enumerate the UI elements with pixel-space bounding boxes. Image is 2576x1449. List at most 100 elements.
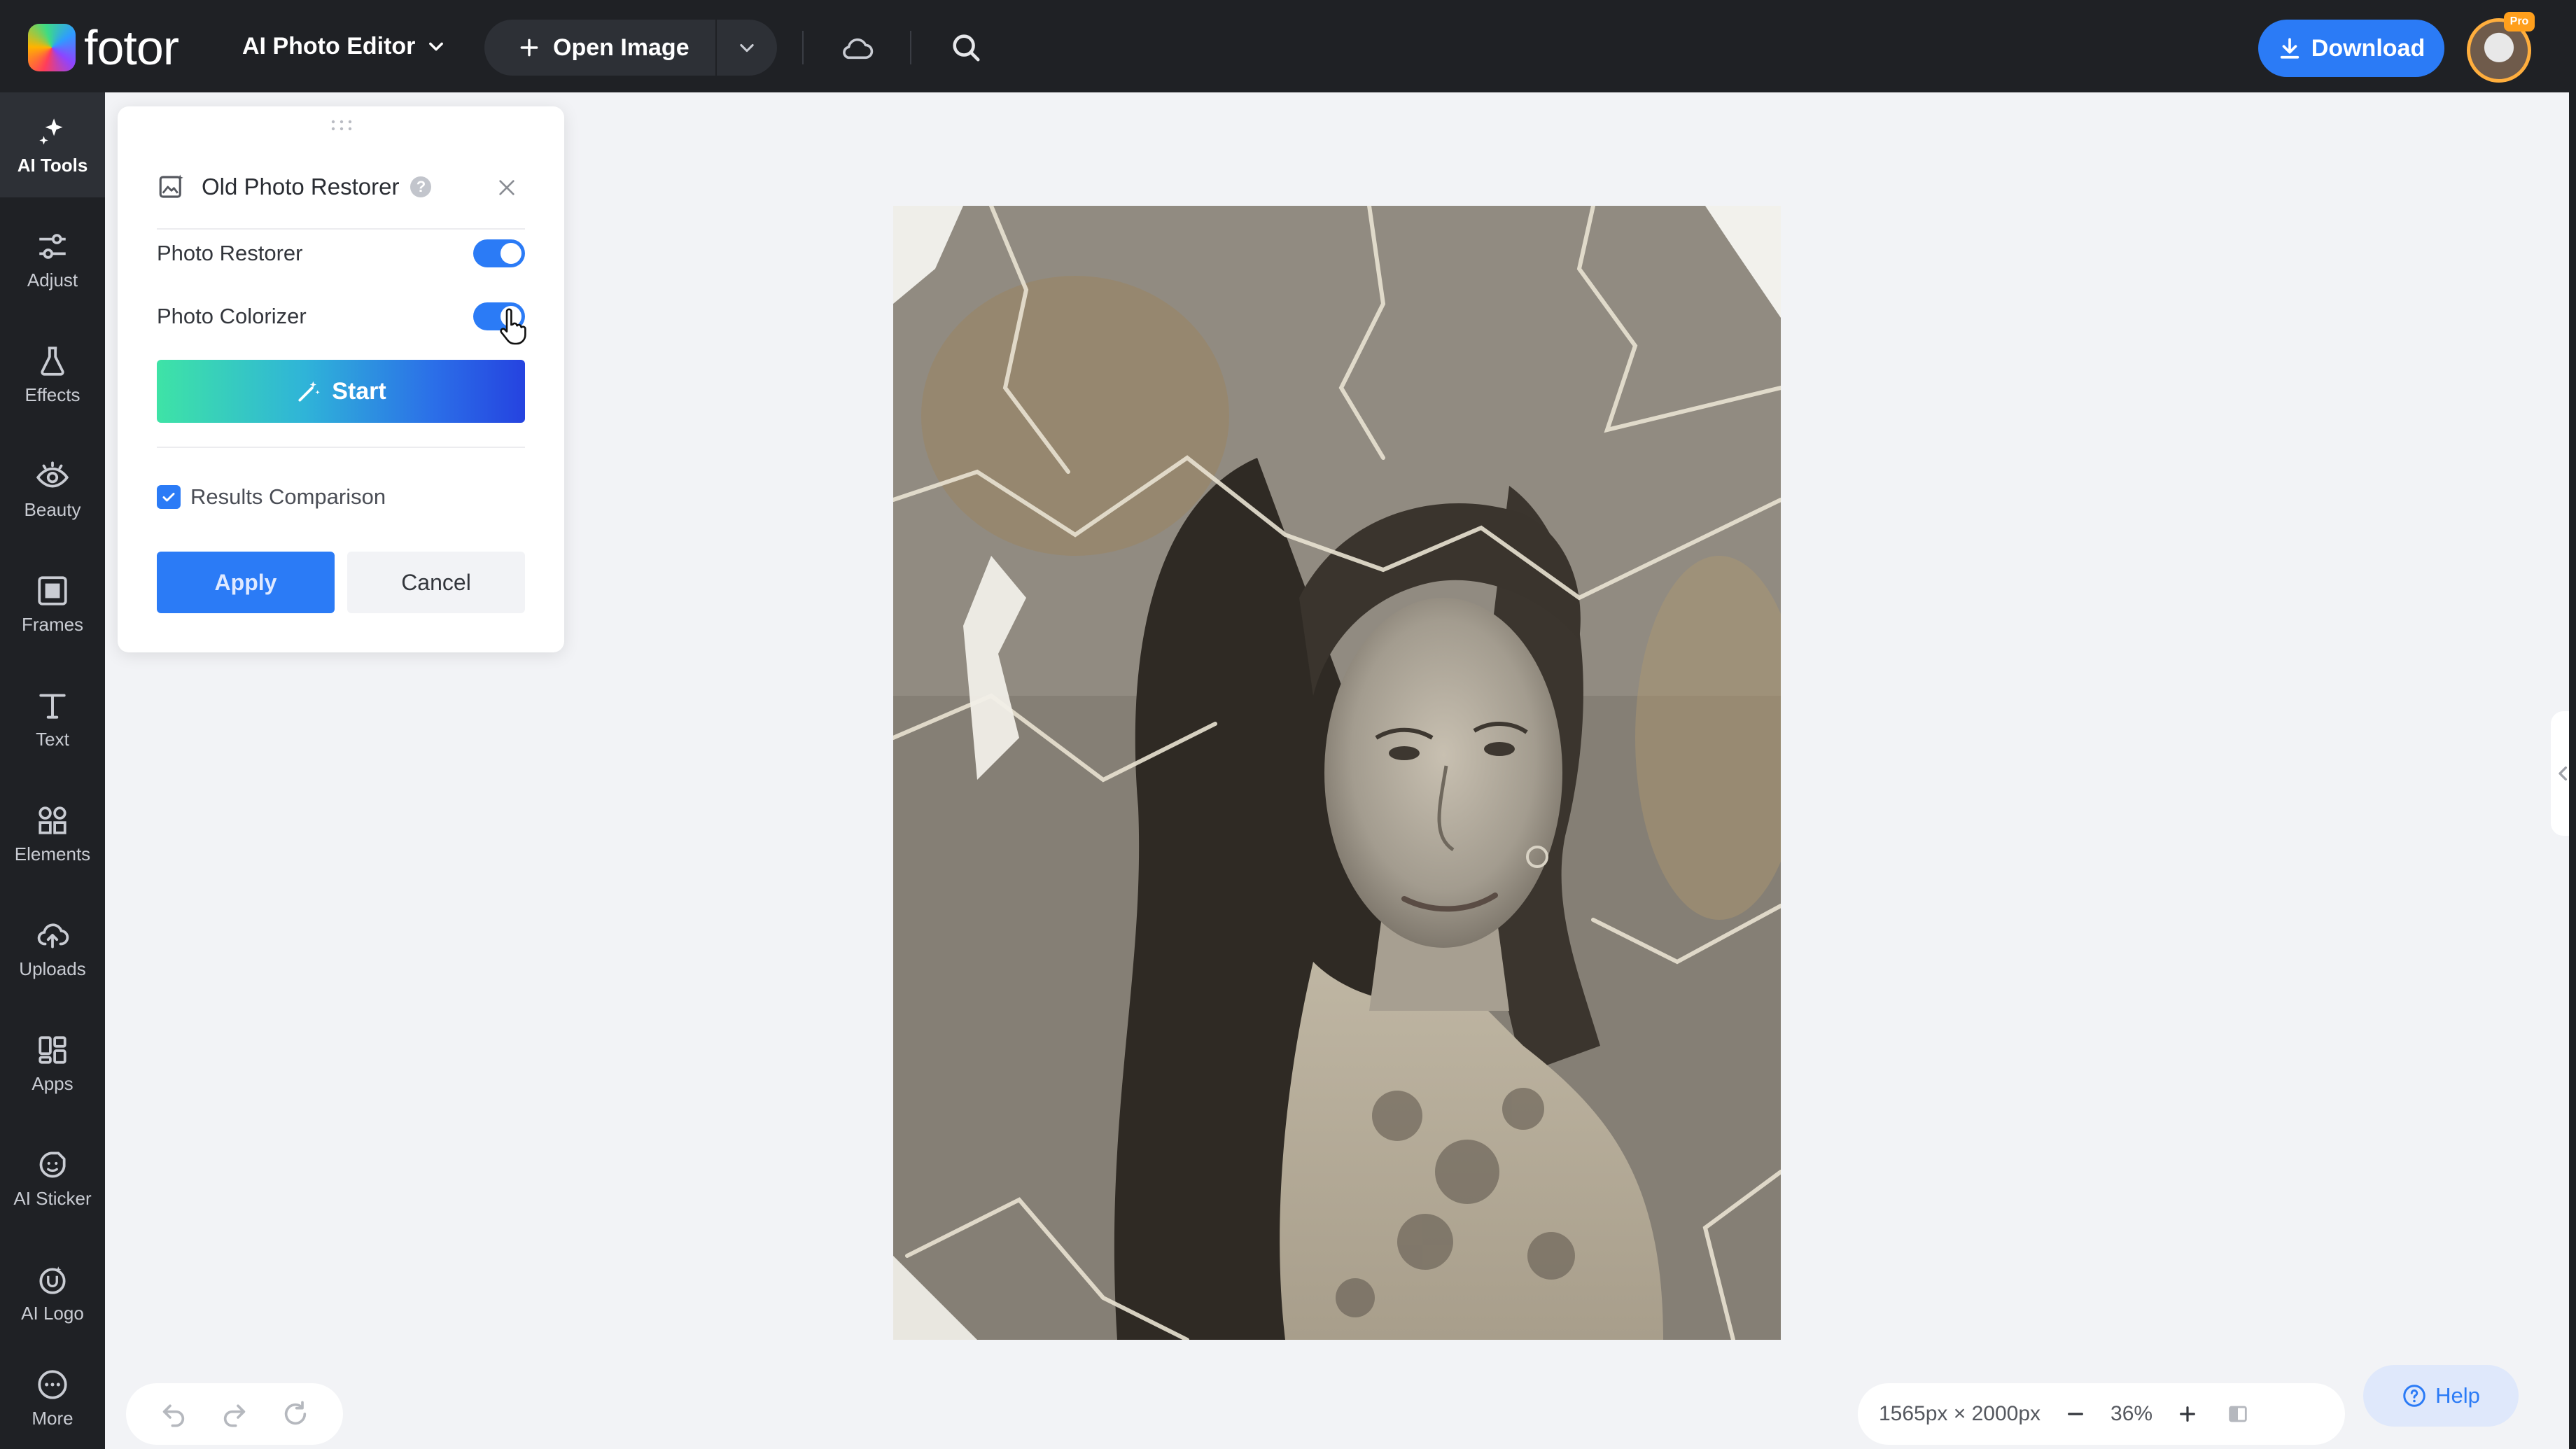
ai-photo-editor-menu[interactable]: AI Photo Editor — [242, 27, 446, 66]
close-panel-button[interactable] — [491, 172, 522, 203]
reset-icon — [285, 1401, 307, 1425]
rail-label: Apps — [31, 1072, 74, 1094]
open-image-dropdown[interactable] — [717, 20, 777, 76]
cloud-upload-icon — [37, 923, 69, 948]
download-button[interactable]: Download — [2258, 20, 2444, 77]
chevron-down-icon — [740, 43, 754, 52]
rail-item-ai-logo[interactable]: AI Logo — [0, 1240, 105, 1345]
rail-label: AI Logo — [21, 1302, 84, 1324]
rail-item-elements[interactable]: Elements — [0, 781, 105, 886]
rail-item-frames[interactable]: Frames — [0, 552, 105, 657]
rail-label: Adjust — [27, 269, 78, 290]
grid-icon — [38, 1035, 66, 1064]
rail-item-ai-tools[interactable]: AI Tools — [0, 92, 105, 197]
rail-label: More — [31, 1407, 74, 1429]
rail-label: Beauty — [24, 498, 81, 520]
flask-icon — [41, 346, 64, 376]
help-button[interactable]: Help — [2363, 1365, 2519, 1427]
logo-icon — [39, 1266, 66, 1294]
compare-view-button[interactable] — [2222, 1399, 2253, 1429]
sliders-icon — [39, 233, 66, 259]
apply-button[interactable]: Apply — [157, 552, 335, 613]
panel-divider — [157, 447, 525, 448]
rail-item-adjust[interactable]: Adjust — [0, 207, 105, 312]
rail-label: Uploads — [19, 958, 86, 979]
fotor-logo-mark-icon — [28, 24, 76, 71]
close-icon — [499, 180, 514, 195]
user-avatar[interactable]: Pro — [2467, 12, 2535, 83]
rail-item-uploads[interactable]: Uploads — [0, 896, 105, 1001]
rail-label: AI Sticker — [13, 1187, 92, 1209]
start-button[interactable]: Start — [157, 360, 525, 423]
option-photo-colorizer: Photo Colorizer — [157, 295, 525, 337]
cancel-button[interactable]: Cancel — [347, 552, 525, 613]
panel-header: Old Photo Restorer ? — [157, 146, 525, 230]
chevron-down-icon — [429, 42, 444, 51]
old-portrait-photo-illustration — [893, 206, 1781, 1340]
drag-handle-icon[interactable] — [329, 119, 354, 132]
window-edge — [2569, 92, 2576, 1449]
help-label: Help — [2435, 1383, 2480, 1408]
photo-restorer-toggle[interactable] — [473, 239, 525, 267]
hand-cursor-icon — [500, 308, 526, 345]
rail-label: Effects — [24, 384, 80, 405]
open-image-group: Open Image — [484, 20, 777, 76]
left-tool-rail: AI Tools Adjust Effects Beauty Frames Te… — [0, 92, 105, 1449]
toolbar-divider — [910, 31, 911, 64]
panel-title: Old Photo Restorer — [202, 174, 400, 200]
old-photo-restorer-panel: Old Photo Restorer ? Photo Restorer Phot… — [118, 106, 564, 652]
rail-item-text[interactable]: Text — [0, 666, 105, 771]
rail-label: Elements — [14, 843, 91, 864]
rail-item-ai-sticker[interactable]: AI Sticker — [0, 1126, 105, 1231]
option-label: Photo Restorer — [157, 241, 303, 265]
top-bar: fotor AI Photo Editor Open Image Downloa… — [0, 0, 2576, 92]
zoom-out-button[interactable] — [2060, 1399, 2091, 1429]
results-comparison-row[interactable]: Results Comparison — [157, 484, 386, 510]
history-toolbar — [126, 1383, 343, 1445]
search-icon — [953, 34, 980, 62]
download-label: Download — [2311, 34, 2426, 62]
rail-label: Frames — [21, 613, 84, 635]
rail-item-effects[interactable]: Effects — [0, 322, 105, 427]
text-icon — [39, 693, 66, 719]
image-dimensions: 1565px × 2000px — [1879, 1402, 2041, 1425]
redo-button[interactable] — [218, 1397, 251, 1431]
zoom-in-button[interactable] — [2172, 1399, 2203, 1429]
rail-item-apps[interactable]: Apps — [0, 1011, 105, 1116]
results-comparison-label: Results Comparison — [190, 484, 386, 509]
canvas-image[interactable] — [893, 206, 1781, 1340]
rail-item-more[interactable]: More — [0, 1345, 105, 1449]
image-restore-icon — [159, 174, 183, 198]
results-comparison-checkbox[interactable] — [157, 485, 181, 509]
toggle-knob — [500, 243, 522, 264]
rail-label: Text — [36, 728, 69, 750]
open-image-button[interactable]: Open Image — [484, 20, 715, 76]
sticker-icon — [39, 1151, 66, 1177]
minus-icon — [2068, 1413, 2083, 1415]
zoom-level[interactable]: 36% — [2110, 1402, 2152, 1426]
search-button[interactable] — [946, 28, 986, 67]
fotor-editor-window: fotor AI Photo Editor Open Image Downloa… — [0, 0, 2576, 1449]
download-icon — [2280, 38, 2299, 59]
check-icon — [162, 493, 175, 502]
reset-button[interactable] — [279, 1397, 312, 1431]
eye-icon — [36, 461, 69, 487]
option-photo-restorer: Photo Restorer — [157, 232, 525, 274]
open-image-label: Open Image — [553, 34, 690, 61]
undo-icon — [162, 1404, 184, 1427]
editor-menu-label: AI Photo Editor — [242, 32, 416, 59]
cloud-save-button[interactable] — [837, 29, 876, 66]
help-tooltip-icon[interactable]: ? — [410, 176, 432, 197]
question-circle-icon — [2403, 1385, 2426, 1407]
redo-icon — [223, 1404, 246, 1427]
rail-label: AI Tools — [17, 154, 88, 176]
more-icon — [38, 1369, 67, 1399]
rail-item-beauty[interactable]: Beauty — [0, 437, 105, 542]
fotor-logo[interactable]: fotor — [28, 23, 179, 72]
toolbar-divider — [802, 31, 804, 64]
split-view-icon — [2229, 1406, 2247, 1422]
chevron-left-icon — [2558, 766, 2567, 781]
plus-icon — [520, 38, 538, 57]
plus-icon — [2180, 1406, 2196, 1422]
undo-button[interactable] — [157, 1397, 190, 1431]
